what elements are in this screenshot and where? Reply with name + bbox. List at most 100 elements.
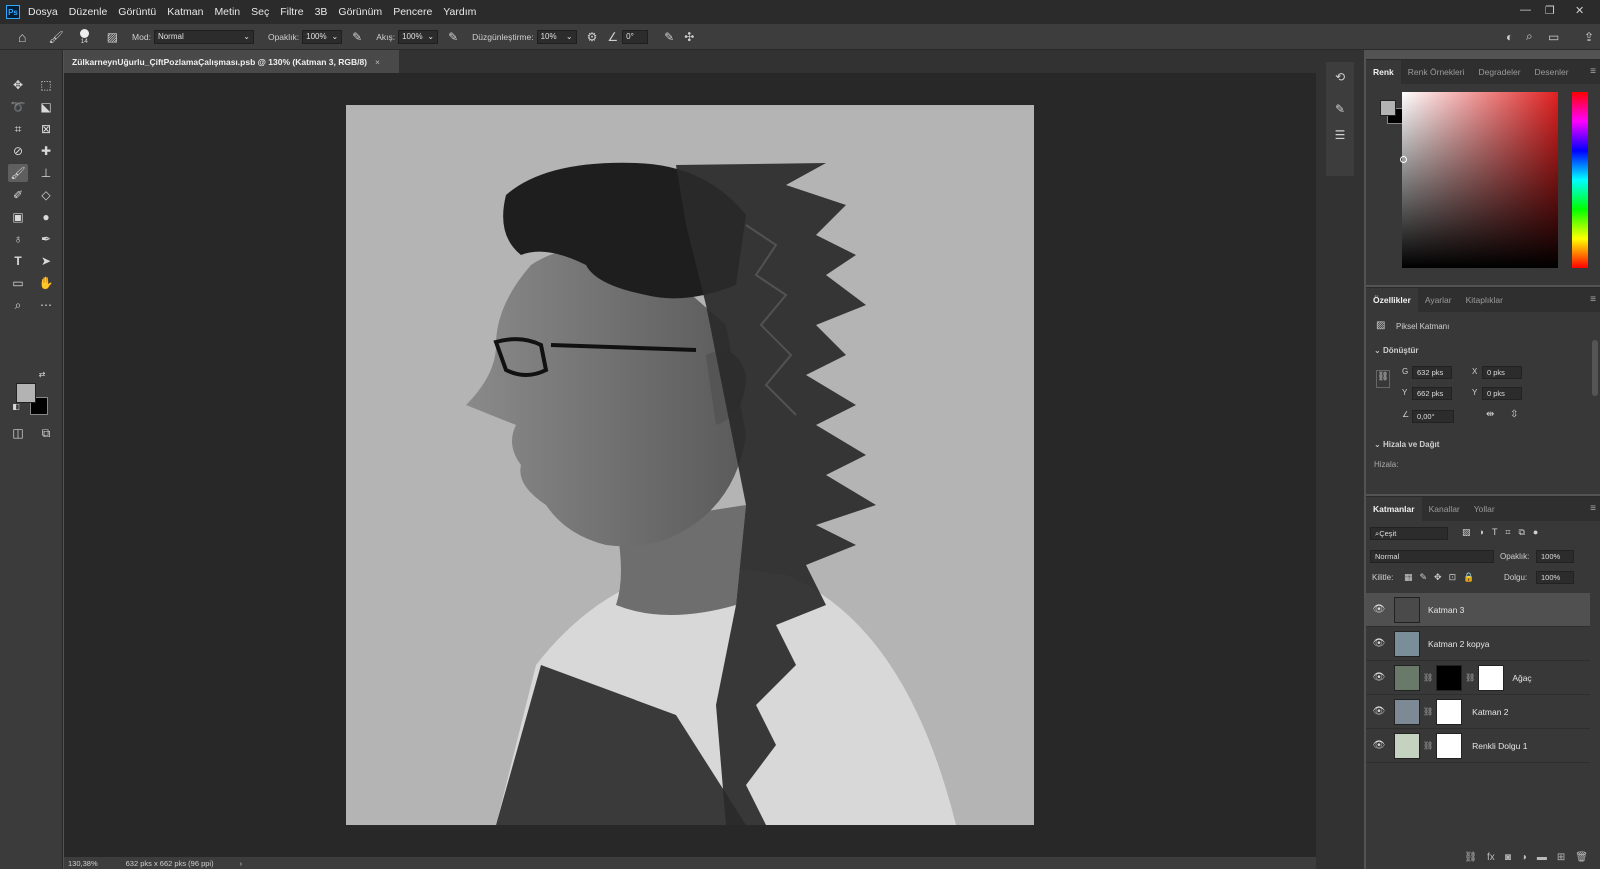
menu-sec[interactable]: Seç [251,6,269,18]
marquee-tool-icon[interactable]: ⬚ [36,76,56,94]
y-field[interactable]: 0 pks [1482,387,1522,400]
foreground-color-chip[interactable] [1380,100,1396,116]
flip-horizontal-icon[interactable]: ⇹ [1486,409,1494,420]
close-tab-icon[interactable]: × [375,57,380,67]
tab-desenler[interactable]: Desenler [1528,60,1576,84]
layer-row-katman-2-kopya[interactable]: 👁 Katman 2 kopya [1366,627,1590,661]
lasso-tool-icon[interactable]: ➰ [8,98,28,116]
brush-settings-panel-icon[interactable]: ✎ [1332,102,1348,118]
hand-tool-icon[interactable]: ✋ [36,274,56,292]
layer-opacity-field[interactable]: 100% [1536,550,1574,563]
adjustment-layer-icon[interactable]: ◑ [1521,852,1527,863]
swap-colors-icon[interactable]: ⇄ [36,368,48,380]
document-canvas[interactable] [346,105,1034,825]
brush-settings-icon[interactable]: ▨ [107,30,118,44]
eye-icon[interactable]: 👁 [1370,672,1388,683]
tab-kanallar[interactable]: Kanallar [1422,497,1467,521]
menu-metin[interactable]: Metin [214,6,240,18]
stamp-tool-icon[interactable]: ⊥ [36,164,56,182]
screen-mode-icon[interactable]: ⧉ [36,424,56,442]
x-field[interactable]: 0 pks [1482,366,1522,379]
healing-tool-icon[interactable]: ✚ [36,142,56,160]
transform-section-title[interactable]: ⌄ Dönüştür [1374,346,1419,355]
adjustments-panel-icon[interactable]: ☰ [1332,128,1348,144]
path-select-tool-icon[interactable]: ➤ [36,252,56,270]
brush-tool-icon[interactable]: 🖌 [48,30,63,44]
symmetry-icon[interactable]: ✣ [684,30,694,44]
pen-tool-icon[interactable]: ✒ [36,230,56,248]
rotation-field[interactable]: 0,00° [1412,410,1454,423]
type-tool-icon[interactable]: T [8,252,28,270]
layer-row-katman-3[interactable]: 👁 Katman 3 [1366,593,1590,627]
mode-select[interactable]: Normal ⌄ [153,29,254,44]
panel-menu-icon[interactable]: ≡ [1590,503,1596,514]
width-field[interactable]: 632 pks [1412,366,1452,379]
trash-icon[interactable]: 🗑 [1575,852,1588,863]
fill-field[interactable]: 100% [1536,571,1574,584]
chain-icon[interactable]: ⛓ [1465,673,1475,682]
status-menu-arrow[interactable]: › [240,859,243,868]
zoom-tool-icon[interactable]: ⌕ [8,296,28,314]
color-field[interactable] [1400,92,1558,268]
menu-3b[interactable]: 3B [315,6,328,18]
gradient-tool-icon[interactable]: ▣ [8,208,28,226]
airbrush-icon[interactable]: ✎ [448,30,458,44]
new-group-icon[interactable]: ▬ [1537,852,1547,863]
menu-yardim[interactable]: Yardım [443,6,476,18]
history-panel-icon[interactable]: ⟲ [1332,70,1348,86]
menu-duzenle[interactable]: Düzenle [69,6,108,18]
angle-field[interactable]: 0° [622,29,649,44]
eye-icon[interactable]: 👁 [1370,604,1388,615]
close-button[interactable]: ✕ [1575,4,1584,17]
chain-icon[interactable]: ⛓ [1423,741,1433,750]
flip-vertical-icon[interactable]: ⇳ [1510,409,1518,420]
panel-menu-icon[interactable]: ≡ [1590,66,1596,77]
tab-degradeler[interactable]: Degradeler [1471,60,1527,84]
layer-filter-icons[interactable]: ▨◑T⌗⧉● [1462,527,1546,538]
filter-mask-thumbnail[interactable] [1478,664,1505,691]
new-layer-icon[interactable]: ⊞ [1557,852,1565,863]
panel-menu-icon[interactable]: ≡ [1590,294,1596,305]
height-field[interactable]: 662 pks [1412,387,1452,400]
opacity-field[interactable]: 100% ⌄ [302,29,343,44]
brush-tool-icon[interactable]: 🖌 [8,164,28,182]
zoom-level[interactable]: 130,38% [68,859,98,868]
eraser-tool-icon[interactable]: ◇ [36,186,56,204]
blend-mode-select[interactable]: Normal [1370,550,1494,563]
default-colors-icon[interactable]: ◧ [10,400,22,412]
tab-ayarlar[interactable]: Ayarlar [1418,288,1459,312]
tab-renk[interactable]: Renk [1366,60,1401,84]
restore-button[interactable]: ❐ [1545,4,1555,17]
frame-tool-icon[interactable]: ⊠ [36,120,56,138]
tab-kitapliklar[interactable]: Kitaplıklar [1459,288,1510,312]
align-section-title[interactable]: ⌄ Hizala ve Dağıt [1374,440,1439,449]
tab-yollar[interactable]: Yollar [1467,497,1502,521]
rectangle-tool-icon[interactable]: ▭ [8,274,28,292]
layer-filter-select[interactable]: ⌕ Çeşit [1370,527,1448,540]
layer-mask-thumbnail[interactable] [1436,698,1463,725]
workspace-icon[interactable]: ▭ [1548,30,1559,44]
layer-row-renkli-dolgu-1[interactable]: 👁 ⛓ Renkli Dolgu 1 [1366,729,1590,763]
chain-icon[interactable]: ⛓ [1423,707,1433,716]
smoothing-field[interactable]: 10% ⌄ [536,29,577,44]
menu-pencere[interactable]: Pencere [393,6,432,18]
share-icon[interactable]: ⇪ [1584,30,1594,44]
dodge-tool-icon[interactable]: ♁ [8,230,28,248]
fx-icon[interactable]: fx [1487,852,1495,863]
link-icon[interactable]: ⛓ [1376,370,1390,388]
gear-icon[interactable]: ⚙ [587,30,598,44]
menu-goruntu[interactable]: Görüntü [118,6,156,18]
object-select-tool-icon[interactable]: ⬕ [36,98,56,116]
search-icon[interactable]: ⌕ [1526,29,1533,44]
tab-renk-ornekleri[interactable]: Renk Örnekleri [1401,60,1472,84]
layer-mask-thumbnail[interactable] [1436,664,1463,691]
brush-preset-picker[interactable]: 14 [79,28,89,45]
menu-filtre[interactable]: Filtre [280,6,303,18]
more-tools-icon[interactable]: ⋯ [36,296,56,314]
document-tab[interactable]: ZülkarneynUğurlu_ÇiftPozlamaÇalışması.ps… [64,50,399,73]
menu-dosya[interactable]: Dosya [28,6,58,18]
link-layers-icon[interactable]: ⛓ [1464,852,1477,863]
blur-tool-icon[interactable]: ● [36,208,56,226]
properties-scrollbar[interactable] [1592,340,1598,396]
eye-icon[interactable]: 👁 [1370,740,1388,751]
